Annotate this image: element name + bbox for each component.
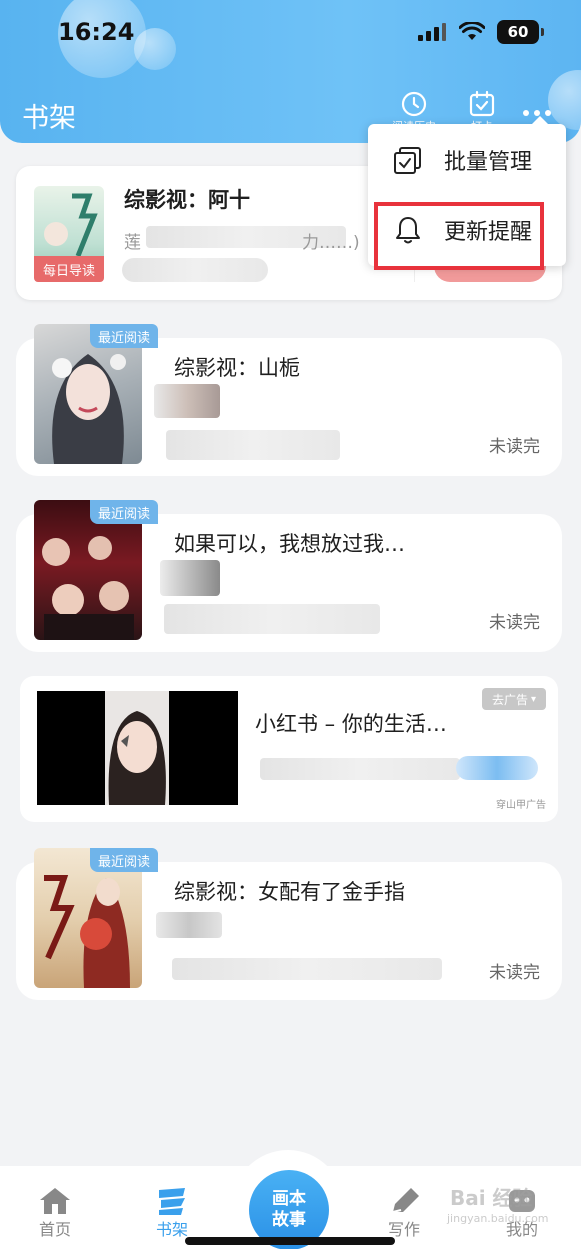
ad-source: 穿山甲广告 <box>496 800 546 811</box>
nav-item-home[interactable]: 首页 <box>25 1186 85 1240</box>
blurred-text <box>172 958 442 980</box>
recent-read-tag: 最近阅读 <box>90 324 158 348</box>
nav-label: 首页 <box>38 1220 71 1239</box>
blurred-text <box>154 384 220 418</box>
watermark-subtext: jingyan.baidu.com <box>447 1212 549 1225</box>
blurred-text <box>160 560 220 596</box>
blurred-text <box>164 604 380 634</box>
book-card[interactable]: 最近阅读 综影视：山栀 未读完 <box>16 324 562 476</box>
watermark-text: Bai 经验 <box>450 1186 533 1210</box>
bookshelf-icon <box>159 1188 185 1215</box>
book-card[interactable]: 最近阅读 如果可以，我想放过我… 未读完 <box>16 500 562 652</box>
book-title: 综影视：山栀 <box>174 356 300 380</box>
remove-ad-label: 去广告 <box>491 692 528 707</box>
ad-title: 小红书 – 你的生活… <box>255 712 447 736</box>
remove-ad-button[interactable]: 去广告 ▾ <box>482 688 546 710</box>
book-title: 综影视：女配有了金手指 <box>174 880 405 904</box>
clock-icon <box>401 91 427 117</box>
batch-check-icon <box>394 147 421 174</box>
status-time: 16:24 <box>58 18 135 46</box>
ad-thumbnail-icon <box>105 691 169 805</box>
nav-label: 书架 <box>155 1220 188 1239</box>
book-desc-start: 莲 <box>124 233 141 253</box>
calendar-check-icon <box>469 90 495 117</box>
recent-read-tag: 最近阅读 <box>90 848 158 872</box>
battery-indicator: 60 <box>497 20 544 44</box>
menu-item-batch-manage[interactable]: 批量管理 <box>368 130 566 190</box>
blurred-text <box>156 912 222 938</box>
unread-status: 未读完 <box>489 613 540 633</box>
highlight-box <box>374 202 544 270</box>
nav-item-write[interactable]: 写作 <box>374 1186 434 1240</box>
home-icon <box>40 1188 70 1214</box>
chevron-down-icon: ▾ <box>530 693 537 705</box>
page-title: 书架 <box>22 103 76 134</box>
recent-read-tag: 最近阅读 <box>90 500 158 524</box>
pencil-icon <box>392 1188 419 1213</box>
book-desc-end: 力……) <box>302 233 360 253</box>
nav-label: 写作 <box>387 1220 420 1239</box>
header-bubble-decoration <box>134 28 176 70</box>
top-header: 16:24 60 书架 阅读历史 打卡 <box>0 0 581 143</box>
draw-story-line1: 画本 <box>272 1188 306 1209</box>
blurred-text <box>456 756 538 780</box>
ad-video[interactable] <box>37 691 238 805</box>
home-indicator[interactable] <box>185 1237 395 1245</box>
blurred-text <box>260 758 460 780</box>
book-card[interactable]: 最近阅读 综影视：女配有了金手指 未读完 <box>16 848 562 1000</box>
ad-card[interactable]: 小红书 – 你的生活… 去广告 ▾ 穿山甲广告 <box>20 676 558 822</box>
cellular-signal-icon <box>418 23 446 41</box>
unread-status: 未读完 <box>489 437 540 457</box>
book-title: 综影视：阿十 <box>124 188 250 212</box>
nav-item-bookshelf[interactable]: 书架 <box>142 1186 202 1240</box>
book-title: 如果可以，我想放过我… <box>174 532 405 556</box>
daily-tag: 每日导读 <box>34 256 104 282</box>
blurred-text <box>166 430 340 460</box>
wifi-icon <box>459 22 485 40</box>
menu-item-label: 批量管理 <box>444 150 533 175</box>
status-icons: 60 <box>417 20 544 44</box>
unread-status: 未读完 <box>489 963 540 983</box>
draw-story-line2: 故事 <box>272 1210 306 1230</box>
blurred-text <box>122 258 268 282</box>
